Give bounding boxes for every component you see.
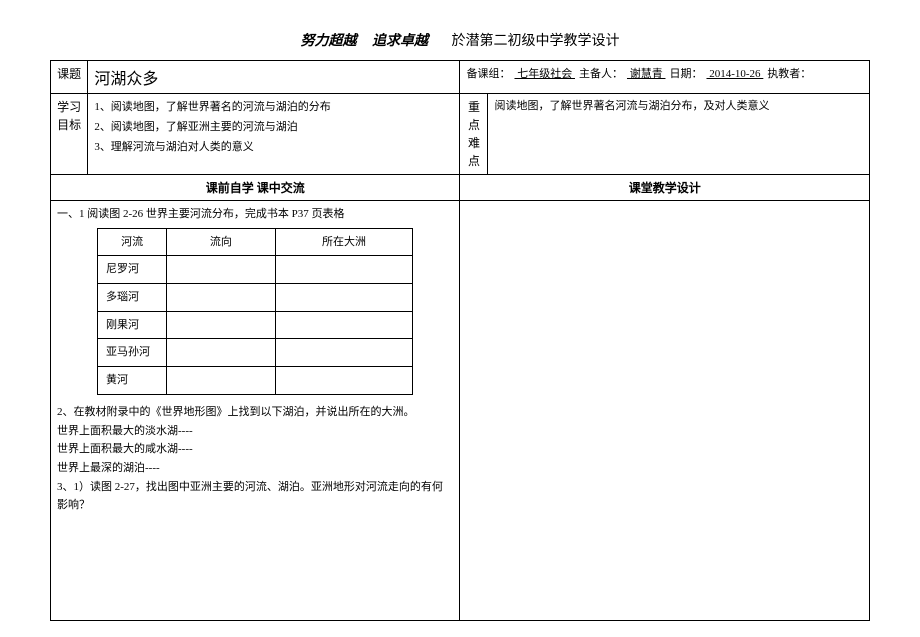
group-label: 备课组： <box>466 68 510 80</box>
info-row: 备课组： 七年级社会 主备人： 谢慧青 日期： 2014-10-26 执教者： <box>460 61 870 94</box>
group-value: 七年级社会 <box>510 68 579 80</box>
lake2: 世界上面积最大的咸水湖---- <box>57 440 453 459</box>
goal-2: 2、阅读地图，了解亚洲主要的河流与湖泊 <box>94 118 453 138</box>
river-dir-cell <box>167 367 275 395</box>
motto-part1: 努力超越 <box>301 34 357 49</box>
classroom-content <box>460 201 870 621</box>
keypoints-content: 阅读地图，了解世界著名河流与湖泊分布，及对人类意义 <box>488 94 870 175</box>
table-row: 多瑙河 <box>98 284 413 312</box>
preparer-value: 谢慧青 <box>623 68 670 80</box>
lake3: 世界上最深的湖泊---- <box>57 459 453 478</box>
lesson-plan-table: 课题 河湖众多 备课组： 七年级社会 主备人： 谢慧青 日期： 2014-10-… <box>50 60 870 621</box>
river-cont-cell <box>275 367 413 395</box>
river-cont-cell <box>275 339 413 367</box>
lake1: 世界上面积最大的淡水湖---- <box>57 422 453 441</box>
task2: 2、在教材附录中的《世界地形图》上找到以下湖泊，并说出所在的大洲。 <box>57 403 453 422</box>
goals-label: 学习目标 <box>51 94 88 175</box>
page-header: 努力超越 追求卓越 於潜第二初级中学教学设计 <box>50 30 870 50</box>
table-row: 亚马孙河 <box>98 339 413 367</box>
table-row: 尼罗河 <box>98 256 413 284</box>
river-cont-cell <box>275 256 413 284</box>
goal-3: 3、理解河流与湖泊对人类的意义 <box>94 138 453 158</box>
table-row: 黄河 <box>98 367 413 395</box>
keypoints-label: 重点难点 <box>460 94 488 175</box>
teacher-label: 执教者： <box>767 68 811 80</box>
task3: 3、1）读图 2-27，找出图中亚洲主要的河流、湖泊。亚洲地形对河流走向的有何影… <box>57 478 453 515</box>
river-dir-cell <box>167 339 275 367</box>
river-name: 多瑙河 <box>98 284 167 312</box>
river-name: 亚马孙河 <box>98 339 167 367</box>
th-continent: 所在大洲 <box>275 228 413 256</box>
task1-intro: 一、1 阅读图 2-26 世界主要河流分布，完成书本 P37 页表格 <box>57 205 453 224</box>
school-name: 於潜第二初级中学教学设计 <box>452 34 620 49</box>
goal-1: 1、阅读地图，了解世界著名的河流与湖泊的分布 <box>94 98 453 118</box>
river-cont-cell <box>275 284 413 312</box>
prestudy-content: 一、1 阅读图 2-26 世界主要河流分布，完成书本 P37 页表格 河流 流向… <box>51 201 460 621</box>
river-cont-cell <box>275 311 413 339</box>
th-river: 河流 <box>98 228 167 256</box>
river-dir-cell <box>167 256 275 284</box>
goals-content: 1、阅读地图，了解世界著名的河流与湖泊的分布 2、阅读地图，了解亚洲主要的河流与… <box>88 94 460 175</box>
prestudy-header: 课前自学 课中交流 <box>51 175 460 201</box>
river-name: 尼罗河 <box>98 256 167 284</box>
th-direction: 流向 <box>167 228 275 256</box>
preparer-label: 主备人： <box>579 68 623 80</box>
river-dir-cell <box>167 311 275 339</box>
river-name: 黄河 <box>98 367 167 395</box>
classroom-header: 课堂教学设计 <box>460 175 870 201</box>
date-value: 2014-10-26 <box>702 68 767 80</box>
topic-value: 河湖众多 <box>88 61 460 94</box>
table-row: 刚果河 <box>98 311 413 339</box>
river-name: 刚果河 <box>98 311 167 339</box>
river-dir-cell <box>167 284 275 312</box>
date-label: 日期： <box>669 68 702 80</box>
topic-label: 课题 <box>51 61 88 94</box>
river-table: 河流 流向 所在大洲 尼罗河 多瑙河 刚果河 亚马孙河 黄河 <box>97 228 413 395</box>
motto-part2: 追求卓越 <box>372 34 428 49</box>
teacher-value <box>811 68 819 80</box>
